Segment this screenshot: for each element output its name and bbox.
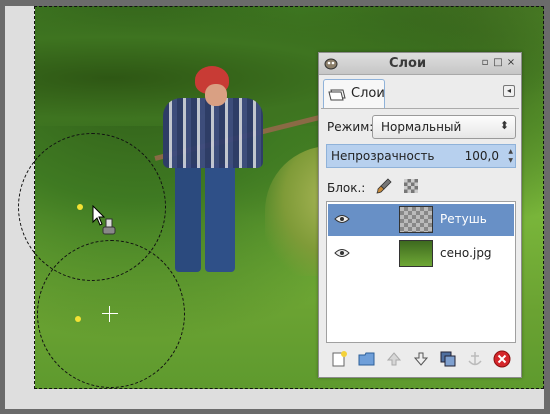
layers-list[interactable]: Ретушь сено.jpg [326,201,516,343]
delete-layer-icon[interactable] [492,349,512,369]
lock-alpha-checker-icon[interactable] [404,179,418,193]
lower-layer-icon[interactable] [411,349,431,369]
dandelion [77,204,83,210]
crosshair-icon [102,306,118,322]
minimize-icon[interactable]: ▫ [480,58,490,68]
dandelion [75,316,81,322]
dock-titlebar[interactable]: Слои ▫ □ × [319,53,521,75]
layers-dock[interactable]: Слои ▫ □ × Слои ◂ Режим: Нормальный ⬍ Не… [318,52,522,378]
window-border-bottom [0,409,550,414]
tab-menu-button[interactable]: ◂ [503,85,515,97]
opacity-label: Непрозрачность [331,149,435,163]
layer-name[interactable]: Ретушь [440,212,487,226]
dock-title: Слои [389,56,427,71]
mode-dropdown[interactable]: Нормальный ⬍ [372,115,516,139]
person-face [205,84,227,106]
raise-layer-icon[interactable] [384,349,404,369]
spin-arrows-icon[interactable]: ▲ ▼ [508,147,513,165]
duplicate-layer-icon[interactable] [438,349,458,369]
layer-name[interactable]: сено.jpg [440,246,492,260]
eye-icon[interactable] [334,248,350,258]
layer-thumbnail-photo [399,240,433,267]
mode-label: Режим: [327,120,374,134]
layer-row[interactable]: сено.jpg [328,238,514,270]
person-shirt [163,98,263,168]
layer-row[interactable]: Ретушь [328,204,514,236]
opacity-value: 100,0 [464,149,499,163]
new-layer-icon[interactable] [329,349,349,369]
maximize-icon[interactable]: □ [493,58,503,68]
updown-arrows-icon: ⬍ [499,119,509,132]
close-icon[interactable]: × [506,58,516,68]
lock-label: Блок.: [327,181,366,195]
mode-value: Нормальный [381,120,462,134]
lock-pixels-brush-icon[interactable] [376,178,392,194]
new-group-icon[interactable] [357,349,377,369]
person-leg-left [175,164,201,272]
layers-icon [328,89,346,101]
window-border-right [544,0,550,414]
layers-button-bar [325,349,517,373]
mouse-cursor-icon [92,205,116,235]
layer-thumbnail-transparent [399,206,433,233]
tab-layers[interactable]: Слои [323,79,385,109]
gimp-wilber-icon [324,58,338,70]
tab-layers-label: Слои [351,86,385,101]
opacity-slider[interactable]: Непрозрачность 100,0 ▲ ▼ [326,144,516,168]
anchor-layer-icon[interactable] [465,349,485,369]
person-leg-right [205,164,235,272]
eye-icon[interactable] [334,214,350,224]
